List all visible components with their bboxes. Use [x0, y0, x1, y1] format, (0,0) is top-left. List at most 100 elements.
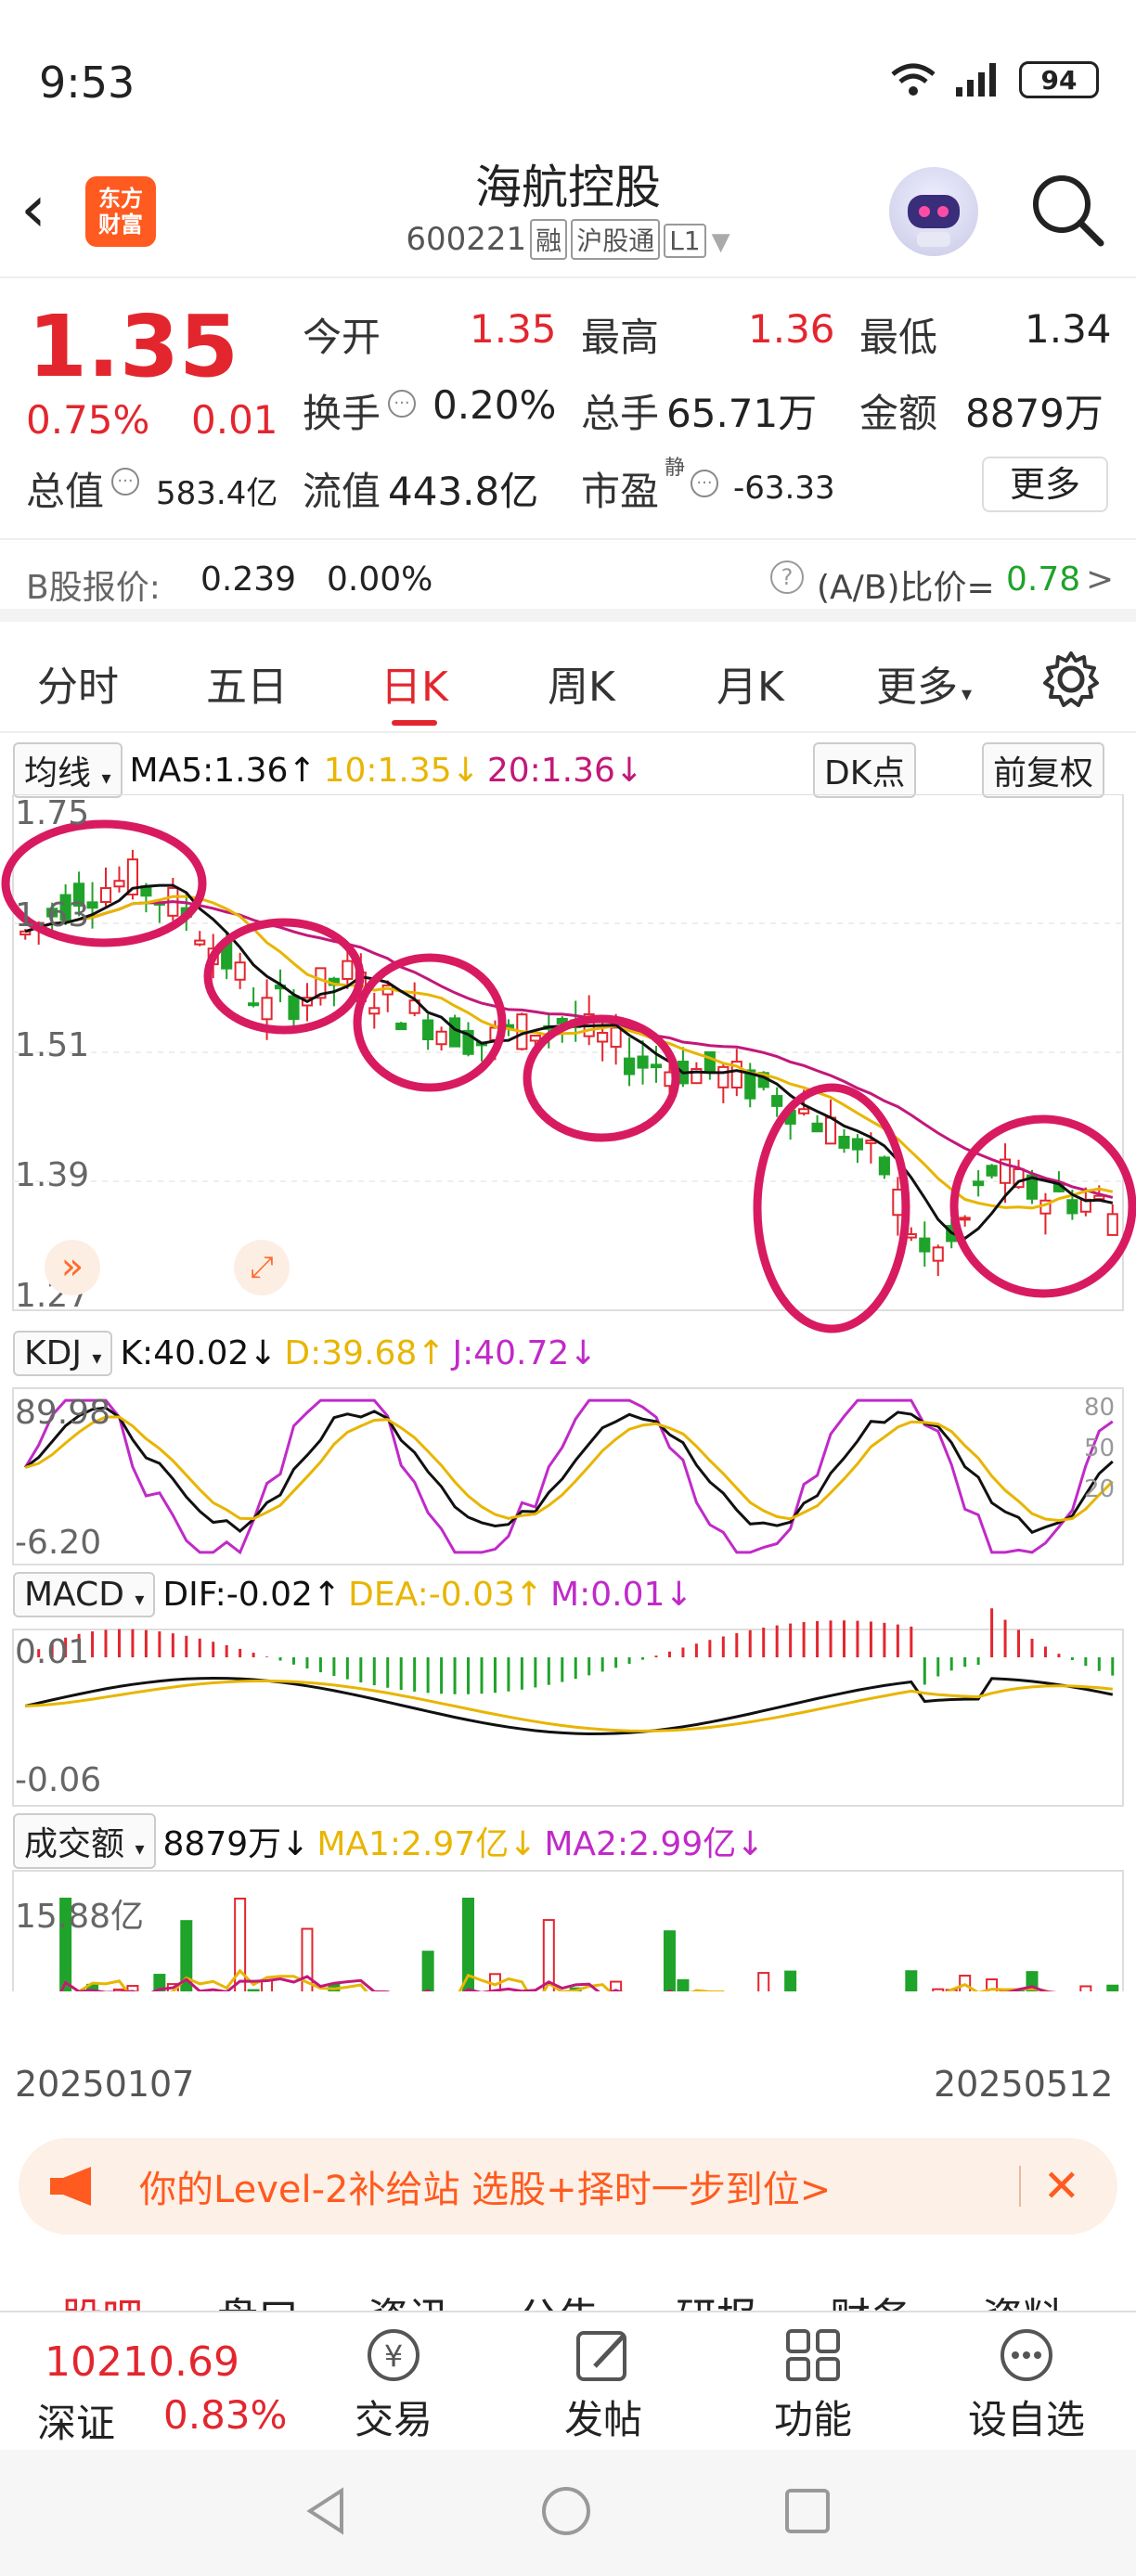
post-label: 发帖	[563, 2397, 642, 2442]
kdj-selector[interactable]: KDJ ▾	[13, 1331, 113, 1376]
volume-bar	[1106, 1984, 1119, 1991]
robot-avatar[interactable]	[889, 167, 978, 256]
candle-body	[824, 1116, 837, 1145]
macd-dea-line	[25, 1679, 1113, 1732]
candle-body	[838, 1135, 850, 1149]
close-icon[interactable]: ✕	[1043, 2160, 1080, 2212]
macd-histogram	[37, 1608, 1115, 1694]
add-watchlist-button[interactable]: 设自选	[962, 2325, 1091, 2445]
volume-ma1-label: MA1:2.97亿↓	[316, 1825, 537, 1863]
volume-bar	[677, 1978, 690, 1991]
settings-gear-icon[interactable]	[1041, 650, 1101, 709]
search-icon[interactable]	[1025, 167, 1108, 251]
kdj-selector-label: KDJ	[24, 1334, 82, 1372]
ab-ratio-label: (A/B)比价=	[817, 569, 995, 607]
chart-svg	[1, 794, 1136, 1991]
candle-body	[529, 1035, 541, 1042]
help-icon[interactable]: ?	[770, 560, 804, 594]
tab-news[interactable]: 资讯	[368, 2285, 449, 2311]
candle-body	[717, 1065, 729, 1088]
macd-selector[interactable]: MACD ▾	[13, 1572, 156, 1617]
low-label: 最低	[859, 315, 938, 360]
tab-monthly-k[interactable]: 月K	[716, 653, 784, 713]
date-end: 20250512	[934, 2064, 1114, 2105]
candle-body	[610, 1026, 622, 1049]
functions-button[interactable]: 功能	[761, 2325, 865, 2445]
change-pct: 0.75%	[26, 397, 150, 443]
nav-home-icon[interactable]	[538, 2483, 594, 2539]
adjust-button[interactable]: 前复权	[982, 742, 1105, 798]
kdj-level: 80	[1084, 1394, 1116, 1422]
ma-selector[interactable]: 均线 ▾	[13, 742, 123, 798]
expand-sidebar-icon[interactable]: »	[45, 1240, 100, 1295]
ma10-label: 10:1.35↓	[323, 751, 480, 790]
last-price: 1.35	[28, 297, 239, 396]
nav-back-icon[interactable]	[299, 2483, 355, 2539]
stock-header: ‹ 东方 财富 海航控股 600221 融沪股通 L1 ▼	[0, 139, 1136, 278]
candle-body	[704, 1050, 716, 1073]
stock-code: 600221	[406, 221, 527, 258]
tab-notices[interactable]: 公告	[518, 2285, 600, 2311]
kline-chart[interactable]: 均线 ▾ MA5:1.36↑ 10:1.35↓ 20:1.36↓ DK点 前复权	[0, 733, 1136, 2105]
bshare-price: 0.239	[200, 560, 297, 599]
macd-legend: MACD ▾ DIF:-0.02↑ DEA:-0.03↑ M:0.01↓	[13, 1572, 693, 1617]
candle-body	[1066, 1199, 1078, 1215]
amount-label: 金额	[859, 391, 938, 436]
candle-body	[973, 1180, 985, 1187]
candle-body	[932, 1246, 944, 1262]
megaphone-icon	[50, 2167, 91, 2206]
price-tick: 1.39	[15, 1156, 90, 1194]
tab-research[interactable]: 研报	[676, 2285, 757, 2311]
tab-orderbook[interactable]: 盘口	[217, 2285, 299, 2311]
tab-daily-k[interactable]: 日K	[381, 653, 448, 726]
fullscreen-icon[interactable]: ⤢	[234, 1240, 290, 1295]
bshare-label: B股报价:	[26, 569, 161, 607]
trade-button[interactable]: ¥ 交易	[342, 2325, 445, 2445]
info-icon[interactable]: ···	[388, 390, 416, 418]
volume-selector[interactable]: 成交额 ▾	[13, 1813, 156, 1869]
period-tabs: 分时 五日 日K 周K 月K 更多 ▾	[0, 631, 1136, 733]
candle-body	[597, 1032, 609, 1043]
float-label: 流值	[303, 469, 381, 514]
kdj-d-label: D:39.68↑	[284, 1334, 445, 1372]
price-tick: 1.51	[15, 1026, 90, 1064]
candle-body	[637, 1055, 649, 1069]
tab-financials[interactable]: 财务	[830, 2285, 911, 2311]
watchlist-label: 设自选	[967, 2397, 1085, 2442]
more-button[interactable]: 更多	[982, 457, 1108, 512]
trade-label: 交易	[354, 2397, 432, 2442]
volume-value-label: 8879万↓	[162, 1825, 310, 1863]
tag-margin: 融	[530, 219, 568, 260]
tab-profile[interactable]: 资料	[982, 2285, 1064, 2311]
promo-banner[interactable]: 你的Level-2补给站 选股+择时一步到位> ✕	[19, 2138, 1117, 2235]
tab-intraday[interactable]: 分时	[37, 653, 119, 713]
chevron-down-icon: ▼	[711, 228, 730, 256]
float-value: 443.8亿	[388, 469, 539, 514]
ma-selector-label: 均线	[24, 754, 92, 792]
candle-body	[194, 939, 206, 946]
tab-forum[interactable]: 股吧	[61, 2285, 143, 2311]
post-button[interactable]: 发帖	[551, 2325, 655, 2445]
volume-selector-label: 成交额	[24, 1825, 125, 1863]
candle-body	[986, 1165, 998, 1177]
candle-body	[878, 1156, 890, 1176]
signal-icon	[956, 63, 996, 97]
price-tick: 1.63	[15, 896, 90, 934]
candle-body	[368, 1007, 381, 1015]
candle-body	[248, 1002, 260, 1007]
dk-point-button[interactable]: DK点	[813, 742, 917, 798]
candle-body	[422, 1019, 434, 1041]
bottom-toolbar: 10210.69 深证 0.83% ¥ 交易 发帖 功能 设自选	[0, 2311, 1136, 2450]
volume-top-tick: 15.88亿	[15, 1898, 145, 1936]
info-icon[interactable]: ···	[691, 470, 718, 497]
nav-recents-icon[interactable]	[780, 2483, 835, 2539]
turnover-label: 换手	[303, 391, 381, 436]
info-icon[interactable]: ···	[111, 468, 139, 496]
tab-more[interactable]: 更多 ▾	[876, 653, 972, 713]
ab-ratio-arrow[interactable]: >	[1086, 560, 1114, 599]
tab-five-day[interactable]: 五日	[206, 653, 288, 713]
turnover-value: 0.20%	[432, 382, 557, 428]
tab-weekly-k[interactable]: 周K	[548, 653, 615, 713]
index-widget[interactable]: 10210.69 深证 0.83%	[0, 2312, 287, 2452]
bshare-pct: 0.00%	[327, 560, 433, 599]
